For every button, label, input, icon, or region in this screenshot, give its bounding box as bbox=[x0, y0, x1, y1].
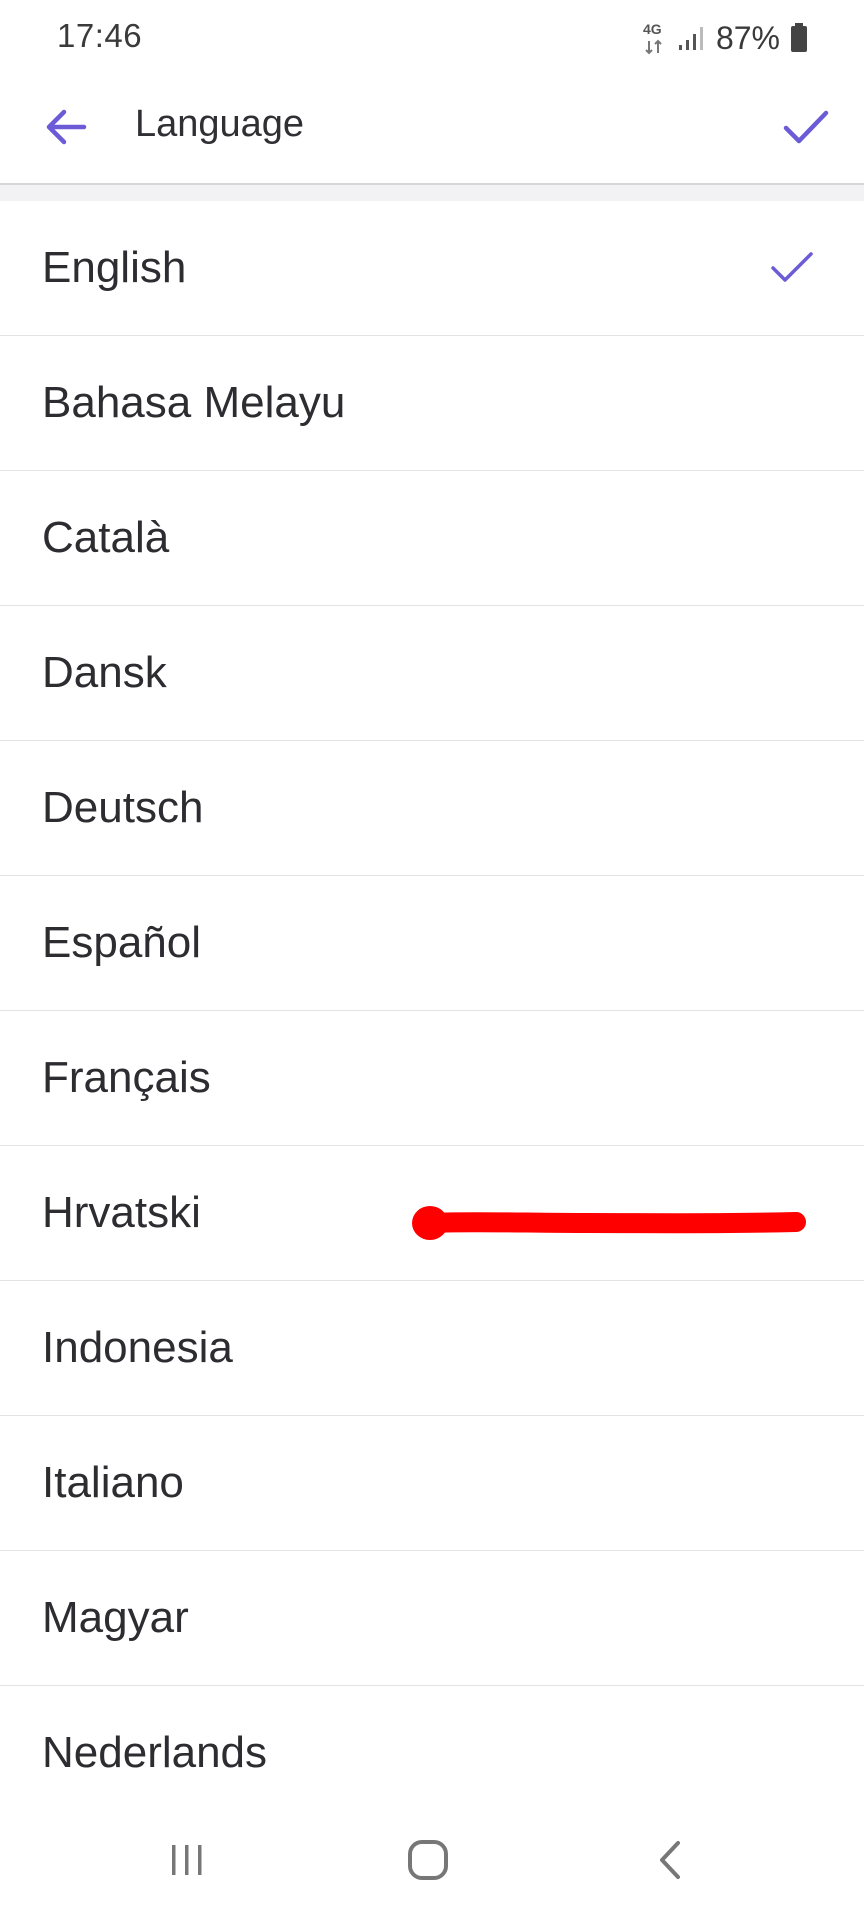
battery-percent: 87% bbox=[715, 19, 780, 56]
recents-button[interactable] bbox=[147, 1830, 227, 1890]
language-label: Bahasa Melayu bbox=[42, 378, 346, 427]
language-item[interactable]: Bahasa Melayu bbox=[0, 336, 864, 471]
home-button[interactable] bbox=[388, 1830, 468, 1890]
language-label: Français bbox=[42, 1053, 211, 1102]
language-item[interactable]: Dansk bbox=[0, 606, 864, 741]
back-button[interactable] bbox=[40, 101, 92, 153]
confirm-button[interactable] bbox=[776, 97, 836, 157]
language-item[interactable]: Nederlands bbox=[0, 1686, 864, 1801]
language-list: English Bahasa Melayu Català Dansk Deutsch Es… bbox=[0, 201, 864, 1801]
status-indicators: 4G 87% bbox=[642, 18, 808, 58]
app-header: Language bbox=[0, 75, 864, 185]
back-chevron-icon bbox=[660, 1841, 680, 1879]
arrow-left-icon bbox=[46, 109, 87, 145]
language-label: Español bbox=[42, 918, 202, 967]
network-4g-icon: 4G bbox=[642, 21, 668, 55]
language-label: Hrvatski bbox=[42, 1188, 201, 1237]
language-item[interactable]: Hrvatski bbox=[0, 1146, 864, 1281]
signal-strength-icon bbox=[678, 25, 706, 51]
language-item[interactable]: Español bbox=[0, 876, 864, 1011]
language-label: Deutsch bbox=[42, 783, 204, 832]
language-label: English bbox=[42, 243, 187, 292]
language-item[interactable]: Indonesia bbox=[0, 1281, 864, 1416]
language-label: Dansk bbox=[42, 648, 167, 697]
language-label: Català bbox=[42, 513, 170, 562]
home-icon bbox=[408, 1840, 448, 1880]
status-time: 17:46 bbox=[57, 17, 143, 54]
language-label: Indonesia bbox=[42, 1323, 233, 1372]
status-bar: 17:46 4G 87% bbox=[0, 0, 864, 75]
language-item[interactable]: Deutsch bbox=[0, 741, 864, 876]
language-item[interactable]: English bbox=[0, 201, 864, 336]
language-label: Italiano bbox=[42, 1458, 184, 1507]
language-item[interactable]: Magyar bbox=[0, 1551, 864, 1686]
battery-icon bbox=[790, 23, 808, 53]
language-item[interactable]: Italiano bbox=[0, 1416, 864, 1551]
selected-check-icon bbox=[771, 252, 813, 282]
nav-back-button[interactable] bbox=[631, 1830, 711, 1890]
system-nav-bar bbox=[0, 1800, 864, 1920]
language-label: Magyar bbox=[42, 1593, 189, 1642]
check-icon bbox=[783, 110, 829, 144]
language-label: Nederlands bbox=[42, 1728, 268, 1777]
language-item[interactable]: Català bbox=[0, 471, 864, 606]
language-item[interactable]: Français bbox=[0, 1011, 864, 1146]
header-divider bbox=[0, 185, 864, 201]
page-title: Language bbox=[135, 103, 305, 145]
recents-icon bbox=[172, 1845, 202, 1875]
